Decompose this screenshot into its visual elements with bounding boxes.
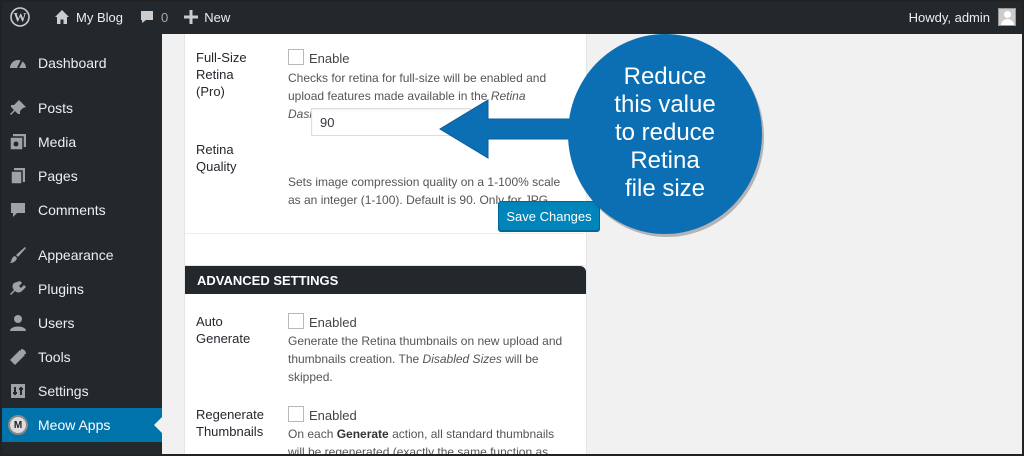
regenerate-enabled-label: Enabled [309, 408, 357, 423]
regenerate-desc-text: On each [288, 427, 337, 441]
auto-generate-enabled-label: Enabled [309, 315, 357, 330]
annotation-callout: Reduce this value to reduce Retina file … [565, 30, 765, 240]
media-icon [9, 134, 26, 151]
quality-desc-line1: Sets image compression quality on a 1-10… [288, 175, 561, 189]
regenerate-label-line2: Thumbnails [196, 424, 264, 439]
sidebar-item-label: Comments [38, 202, 106, 218]
account-menu[interactable]: Howdy, admin [909, 8, 1024, 26]
fullsize-enable-label: Enable [309, 51, 350, 66]
sidebar-item-pages[interactable]: Pages [0, 159, 162, 193]
svg-text:W: W [14, 10, 27, 25]
wordpress-logo-icon: W [10, 7, 30, 27]
brush-icon [10, 247, 26, 263]
disabled-sizes-text: Disabled Sizes [422, 352, 502, 366]
sidebar-item-dashboard[interactable]: Dashboard [0, 46, 162, 80]
auto-generate-label-line2: Generate [196, 331, 251, 346]
callout-line: this value [614, 91, 716, 118]
sidebar-item-meow-apps[interactable]: M Meow Apps [0, 408, 162, 442]
sidebar-item-label: Plugins [38, 281, 84, 297]
fullsize-label-line3: (Pro) [196, 84, 225, 99]
wordpress-logo-button[interactable]: W [0, 0, 38, 34]
advanced-settings-header: ADVANCED SETTINGS [185, 266, 586, 294]
admin-sidebar: Dashboard Posts Media Pages Comments App… [0, 34, 162, 456]
auto-generate-label-line1: Auto [196, 314, 223, 329]
pin-icon [10, 100, 26, 115]
regenerate-thumbnails-description: On each Generate action, all standard th… [288, 425, 573, 456]
plugin-icon [10, 281, 26, 295]
sidebar-item-media[interactable]: Media [0, 125, 162, 159]
callout-line: to reduce [614, 119, 716, 146]
admin-bar: W My Blog 0 New Howdy, admin [0, 0, 1024, 34]
sidebar-item-plugins[interactable]: Plugins [0, 272, 162, 306]
avatar [998, 8, 1016, 26]
sidebar-item-label: Pages [38, 168, 78, 184]
sidebar-item-label: Tools [38, 349, 71, 365]
sidebar-item-label: Posts [38, 100, 74, 116]
home-icon [55, 10, 69, 24]
sidebar-item-label: Appearance [38, 247, 114, 263]
howdy-label: Howdy, admin [908, 9, 990, 25]
sidebar-item-settings[interactable]: Settings [0, 374, 162, 408]
pages-icon [10, 168, 25, 185]
fullsize-retina-label: Full-Size Retina (Pro) [196, 49, 247, 100]
plus-icon [184, 10, 199, 24]
panel-divider [185, 233, 586, 234]
callout-line: Retina [630, 147, 700, 174]
sidebar-item-label: Media [38, 134, 77, 150]
sidebar-item-label: Settings [38, 383, 89, 399]
auto-generate-checkbox[interactable] [288, 313, 304, 329]
meow-logo-icon: M [8, 415, 28, 435]
generate-action-text: Generate [336, 427, 389, 441]
callout-line: Reduce [623, 63, 707, 90]
fullsize-retina-checkbox[interactable] [288, 49, 304, 65]
advanced-settings-panel: ADVANCED SETTINGS Auto Generate Enabled … [184, 265, 587, 456]
site-name-label: My Blog [76, 9, 123, 25]
auto-generate-label: Auto Generate [196, 313, 250, 347]
new-label: New [204, 9, 231, 25]
sidebar-item-label: Dashboard [38, 55, 107, 71]
site-name-link[interactable]: My Blog [46, 0, 131, 34]
sidebar-item-posts[interactable]: Posts [0, 91, 162, 125]
sidebar-item-tools[interactable]: Tools [0, 340, 162, 374]
fullsize-label-line2: Retina [196, 67, 234, 82]
fullsize-label-line1: Full-Size [196, 50, 247, 65]
quality-label-line1: Retina [196, 142, 234, 157]
comments-count: 0 [160, 9, 169, 25]
sidebar-item-appearance[interactable]: Appearance [0, 238, 162, 272]
regenerate-label-line1: Regenerate [196, 407, 264, 422]
sidebar-item-label: Users [38, 315, 75, 331]
regenerate-thumbnails-checkbox[interactable] [288, 406, 304, 422]
sidebar-item-label: Meow Apps [38, 417, 111, 433]
regenerate-thumbnails-label: Regenerate Thumbnails [196, 406, 264, 440]
settings-icon [11, 384, 25, 398]
dashboard-icon [10, 59, 26, 69]
auto-generate-description: Generate the Retina thumbnails on new up… [288, 332, 573, 386]
comments-link[interactable]: 0 [131, 0, 176, 34]
sidebar-item-users[interactable]: Users [0, 306, 162, 340]
wrench-icon [10, 349, 26, 365]
sidebar-item-comments[interactable]: Comments [0, 193, 162, 227]
user-icon [10, 315, 26, 331]
quality-label-line2: Quality [196, 159, 237, 174]
comment-icon [11, 203, 25, 217]
comment-bubble-icon [140, 11, 153, 23]
callout-line: file size [624, 175, 706, 202]
new-content-button[interactable]: New [176, 0, 238, 34]
retina-quality-label: Retina Quality [196, 141, 236, 175]
callout-text: Reduce this value to reduce Retina file … [565, 63, 765, 203]
